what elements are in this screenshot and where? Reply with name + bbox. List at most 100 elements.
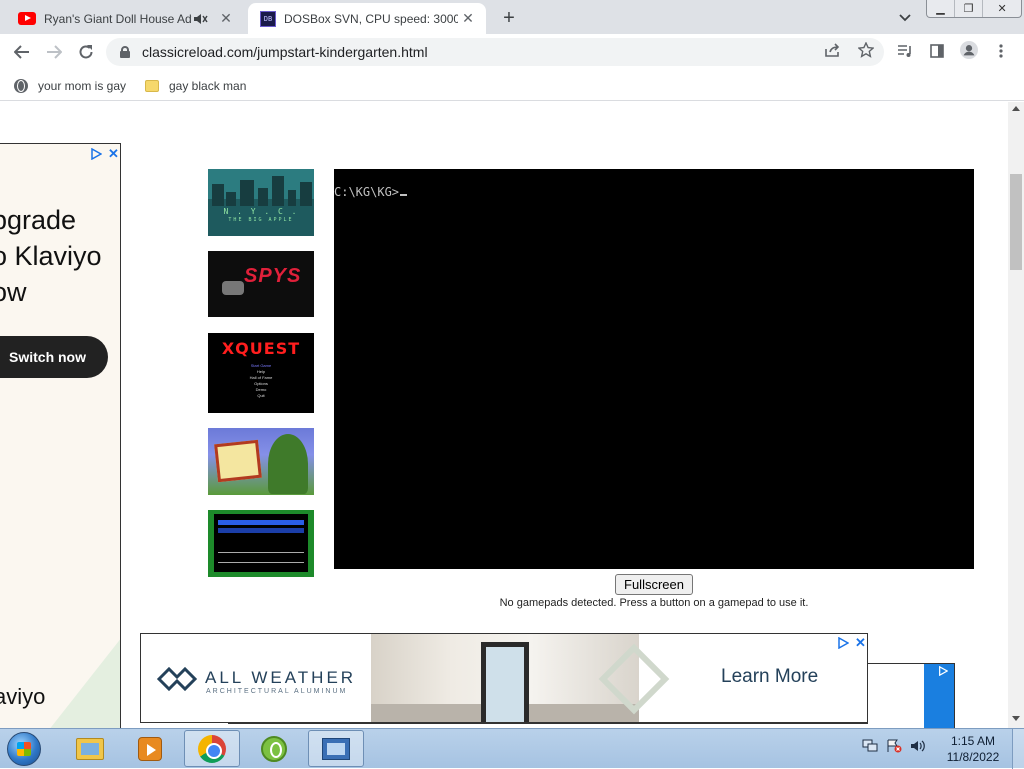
taskbar-chrome[interactable]	[184, 730, 240, 767]
network-icon[interactable]	[862, 739, 878, 756]
game-thumbnail-nyc[interactable]: N . Y . C . THE BIG APPLE	[208, 169, 314, 236]
game-thumbnail-treasure-mountain[interactable]	[208, 428, 314, 495]
building-shape	[226, 192, 236, 206]
start-button[interactable]	[2, 730, 46, 768]
ad-tagline: ARCHITECTURAL ALUMINUM	[206, 688, 348, 695]
scroll-down-arrow-icon[interactable]	[1012, 716, 1020, 721]
address-bar[interactable]: classicreload.com/jumpstart-kindergarten…	[106, 38, 884, 66]
media-control-icon[interactable]	[896, 42, 914, 60]
lock-icon[interactable]	[120, 46, 130, 58]
thumbnail-bar	[218, 520, 304, 525]
gamepad-status: No gamepads detected. Press a button on …	[499, 597, 809, 609]
windows-taskbar: 1:15 AM 11/8/2022	[0, 728, 1024, 769]
side-panel-icon[interactable]	[928, 42, 946, 60]
dosbox-icon: DB	[260, 10, 276, 27]
tab-search-chevron-icon[interactable]	[895, 8, 915, 28]
building-shape	[272, 176, 284, 206]
ad-brand-name: ALL WEATHER	[205, 668, 357, 687]
taskbar-app[interactable]	[246, 730, 302, 767]
thumbnail-line	[218, 552, 304, 553]
close-tab-icon[interactable]: ✕	[458, 9, 478, 29]
bookmark-folder[interactable]: gay black man	[145, 76, 246, 96]
close-window-button[interactable]: ✕	[983, 0, 1021, 17]
photo-door	[481, 642, 529, 722]
learn-more-link[interactable]: Learn More	[721, 666, 818, 688]
chrome-icon	[198, 734, 226, 763]
taskbar-explorer[interactable]	[62, 730, 118, 767]
fullscreen-button[interactable]: Fullscreen	[615, 574, 693, 595]
thumbnail-menu-item: Quit	[257, 393, 265, 398]
ad-decoration	[30, 614, 120, 728]
taskbar-dosbox[interactable]	[308, 730, 364, 767]
switch-now-button[interactable]: Switch now	[0, 336, 108, 378]
building-shape	[288, 190, 296, 206]
new-tab-button[interactable]: +	[497, 6, 521, 30]
profile-avatar-icon[interactable]	[960, 41, 978, 59]
building-shape	[240, 180, 254, 206]
adchoices-icon[interactable]	[938, 666, 948, 676]
page-scrollbar[interactable]	[1008, 102, 1024, 728]
thumbnail-screen	[214, 514, 308, 572]
close-tab-icon[interactable]: ✕	[216, 9, 236, 29]
scrollbar-thumb[interactable]	[1010, 174, 1022, 270]
text-cursor	[400, 194, 408, 196]
bookmark-item[interactable]: your mom is gay	[14, 76, 126, 96]
windows-orb-icon	[7, 732, 41, 766]
game-thumbnail-xquest[interactable]: XQUEST Start Game Help Hall of Fame Opti…	[208, 333, 314, 413]
scroll-up-arrow-icon[interactable]	[1012, 106, 1020, 111]
tab-title: DOSBox SVN, CPU speed: 3000 c	[284, 11, 458, 26]
ad-headline-line: pgrade	[0, 205, 77, 235]
volume-icon[interactable]	[910, 739, 926, 756]
share-icon[interactable]	[824, 41, 842, 59]
thumbnail-title: XQUEST	[221, 339, 301, 358]
bookmark-star-icon[interactable]	[857, 41, 875, 59]
system-tray	[862, 739, 926, 756]
building-shape	[258, 188, 268, 206]
ad-choices[interactable]: ✕	[837, 635, 866, 651]
kebab-menu-icon[interactable]	[992, 42, 1010, 60]
game-thumbnail-spys[interactable]: SPYS	[208, 251, 314, 317]
green-app-icon	[261, 735, 287, 762]
back-arrow-icon[interactable]	[10, 40, 34, 64]
page-content: ✕ pgrade o Klaviyo ow Switch now aviyo N…	[0, 102, 1008, 728]
dosbox-canvas[interactable]: C:\KG\KG>	[334, 169, 974, 569]
bookmark-label: gay black man	[169, 79, 247, 93]
game-thumbnail-arcade[interactable]	[208, 510, 314, 577]
ad-choices[interactable]: ✕	[90, 146, 119, 162]
speaker-muted-icon[interactable]	[192, 10, 210, 28]
taskbar-media-player[interactable]	[122, 730, 178, 767]
thumbnail-title: SPYS	[244, 265, 302, 287]
forward-arrow-icon[interactable]	[42, 40, 66, 64]
tab-youtube[interactable]: Ryan's Giant Doll House Adv ✕	[6, 3, 244, 34]
thumbnail-bar	[218, 528, 304, 533]
dosbox-icon	[322, 737, 350, 760]
partial-ad[interactable]	[866, 663, 955, 728]
thumbnail-menu: Start Game Help Hall of Fame Options Dem…	[208, 363, 314, 399]
bookmark-label: your mom is gay	[38, 79, 127, 93]
thumbnail-sign	[214, 439, 262, 483]
window-controls: ▁ ❐ ✕	[926, 0, 1022, 18]
left-banner-ad[interactable]: ✕ pgrade o Klaviyo ow Switch now aviyo	[0, 143, 121, 728]
show-desktop-button[interactable]	[1012, 729, 1024, 769]
tab-title: Ryan's Giant Doll House Adv	[44, 11, 192, 26]
thumbnail-title: N . Y . C .	[223, 207, 299, 216]
thumbnail-tree	[268, 434, 308, 494]
browser-toolbar: classicreload.com/jumpstart-kindergarten…	[0, 34, 1024, 70]
bottom-banner-ad[interactable]: ALL WEATHER ARCHITECTURAL ALUMINUM Learn…	[140, 633, 868, 723]
adchoices-icon[interactable]	[837, 637, 849, 649]
tab-strip: Ryan's Giant Doll House Adv ✕ DB DOSBox …	[0, 0, 1024, 34]
minimize-button[interactable]: ▁	[927, 0, 956, 17]
close-ad-icon[interactable]: ✕	[108, 146, 119, 162]
reload-icon[interactable]	[74, 40, 98, 64]
dos-prompt-text: C:\KG\KG>	[334, 185, 400, 199]
action-center-flag-icon[interactable]	[886, 739, 902, 756]
adchoices-icon[interactable]	[90, 148, 102, 160]
thumbnail-car	[222, 281, 244, 295]
restore-button[interactable]: ❐	[955, 0, 984, 17]
clock[interactable]: 1:15 AM 11/8/2022	[940, 733, 1006, 765]
globe-icon	[14, 79, 28, 93]
thumbnail-subtitle: THE BIG APPLE	[228, 217, 294, 223]
clock-time: 1:15 AM	[950, 734, 996, 748]
tab-dosbox[interactable]: DB DOSBox SVN, CPU speed: 3000 c ✕	[248, 3, 486, 34]
close-ad-icon[interactable]: ✕	[855, 635, 866, 651]
